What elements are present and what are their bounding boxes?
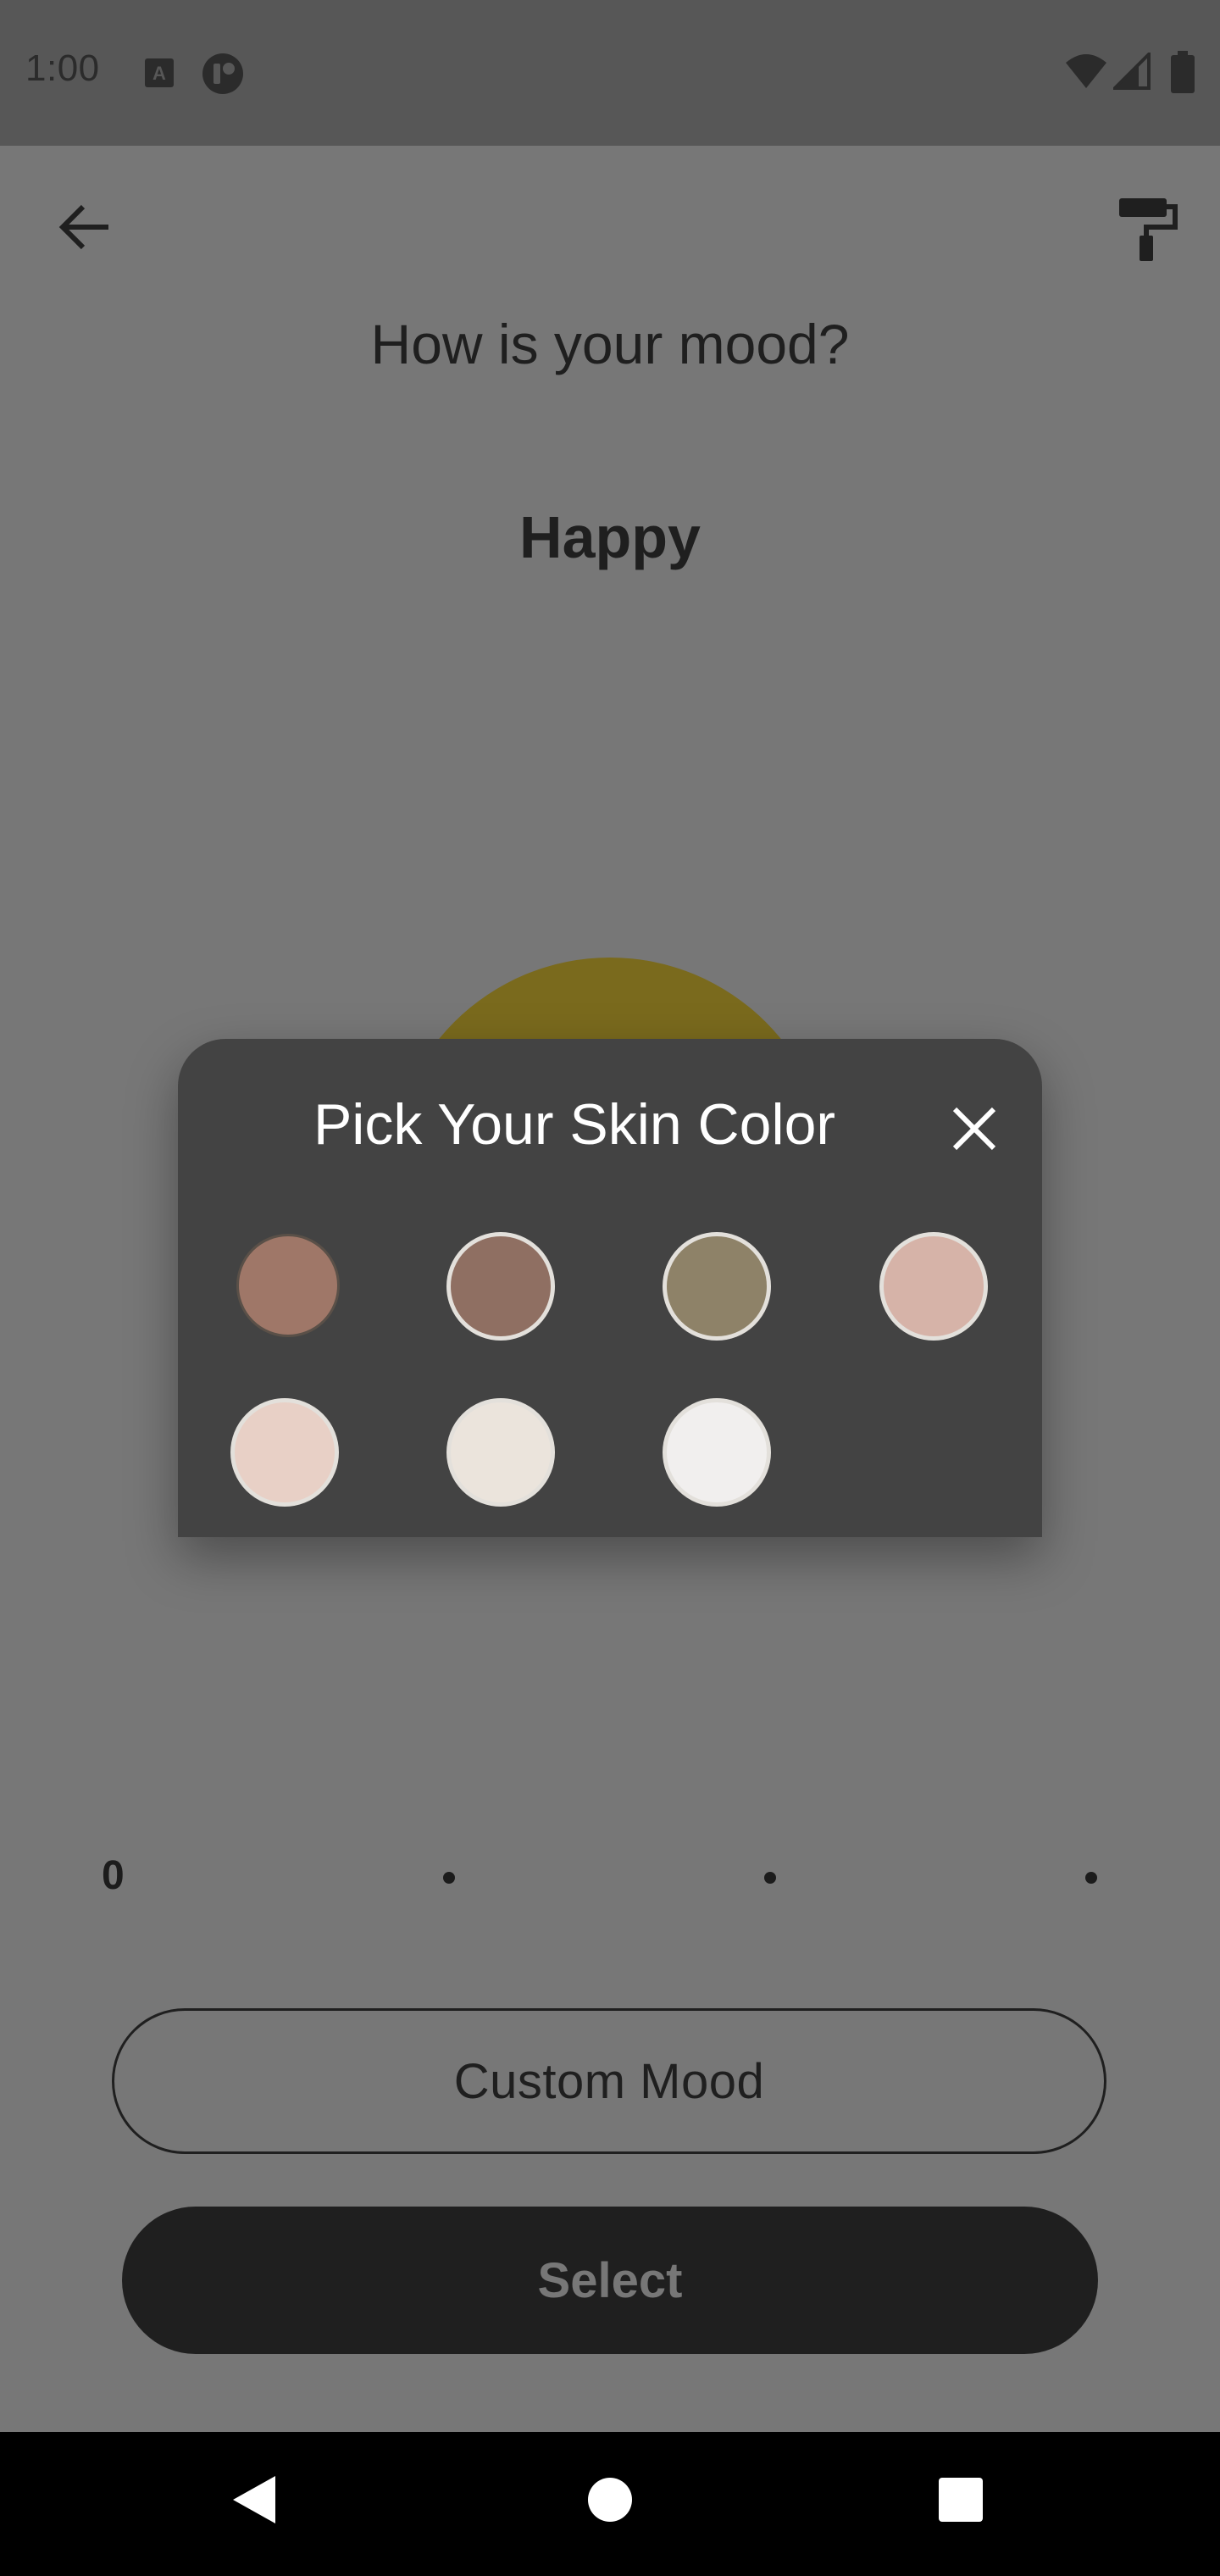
mood-name: Happy	[519, 504, 701, 570]
custom-mood-button[interactable]: Custom Mood	[112, 2008, 1106, 2154]
skin-color-swatch[interactable]	[236, 1234, 340, 1337]
page-title: How is your mood?	[370, 313, 850, 375]
app-notification-icon	[202, 53, 243, 94]
paint-roller-icon	[1119, 198, 1178, 261]
nav-home-button[interactable]	[568, 2457, 652, 2542]
arrow-left-icon	[58, 204, 108, 250]
battery-icon	[1171, 51, 1195, 93]
nav-recents-button[interactable]	[918, 2457, 1003, 2542]
skin-color-swatch[interactable]	[663, 1398, 771, 1507]
status-time: 1:00	[25, 47, 100, 89]
recents-square-icon	[939, 2478, 983, 2522]
skin-color-swatch[interactable]	[230, 1398, 339, 1507]
dialog-title: Pick Your Skin Color	[313, 1092, 836, 1157]
skin-color-swatch[interactable]	[663, 1232, 771, 1341]
theme-button[interactable]	[1101, 186, 1195, 271]
slider-tick[interactable]	[1085, 1872, 1097, 1884]
slider-start-label: 0	[102, 1853, 125, 1898]
keyboard-a-icon: A	[145, 58, 174, 87]
wifi-icon	[1066, 54, 1106, 88]
select-button[interactable]: Select	[122, 2207, 1098, 2354]
home-circle-icon	[588, 2478, 632, 2522]
nav-back-button[interactable]	[212, 2457, 297, 2542]
slider-tick[interactable]	[764, 1872, 776, 1884]
skin-color-swatch[interactable]	[446, 1232, 555, 1341]
svg-text:A: A	[152, 63, 166, 84]
skin-color-swatch[interactable]	[879, 1232, 988, 1341]
mood-screen: 1:00 A How is your mood? Happy 0 Custom …	[0, 0, 1220, 2576]
status-bar: 1:00 A	[0, 0, 1220, 146]
close-icon	[952, 1107, 996, 1151]
skin-color-swatch[interactable]	[446, 1398, 555, 1507]
close-button[interactable]	[940, 1095, 1008, 1163]
system-nav-bar	[0, 2432, 1220, 2576]
skin-color-dialog: Pick Your Skin Color	[178, 1039, 1042, 1537]
top-app-bar	[0, 146, 1220, 307]
signal-icon	[1113, 53, 1151, 90]
back-triangle-icon	[233, 2476, 275, 2523]
slider-tick[interactable]	[443, 1872, 455, 1884]
back-button[interactable]	[44, 186, 125, 268]
